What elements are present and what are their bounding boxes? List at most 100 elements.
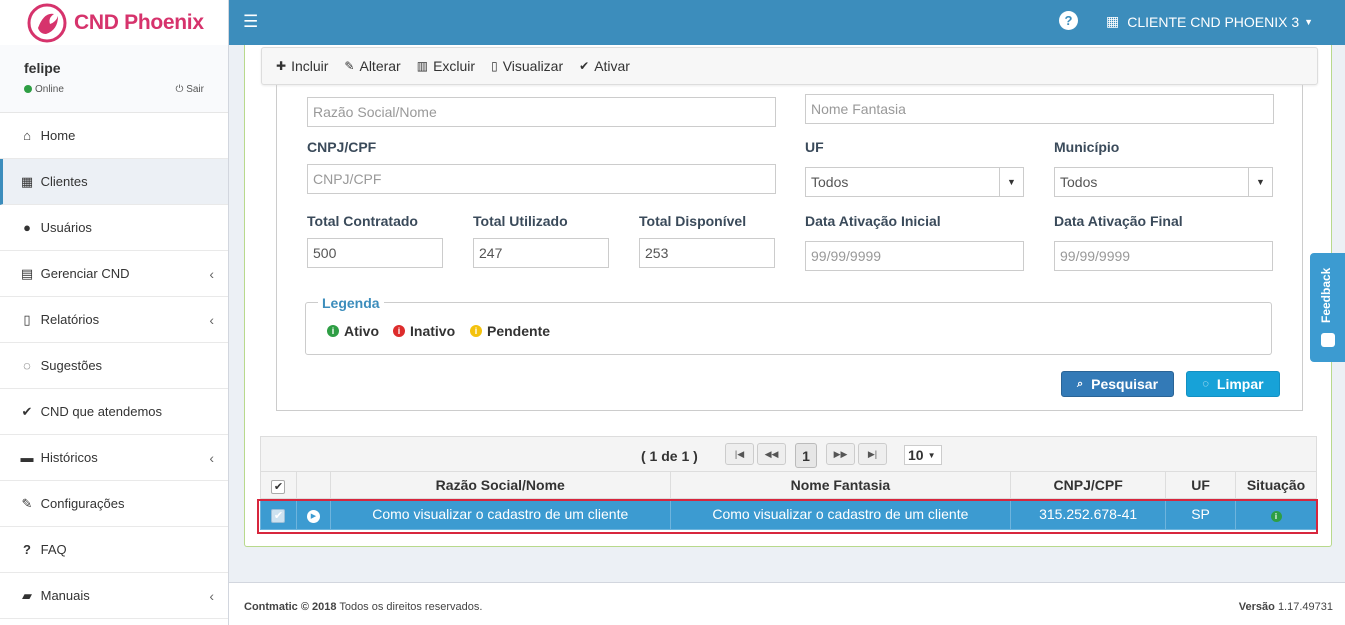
- eraser-icon: ◌: [1202, 378, 1209, 390]
- user-name: felipe: [24, 60, 61, 76]
- sidebar-item-faq[interactable]: ? FAQ: [0, 527, 228, 573]
- sidebar-item-sugestoes[interactable]: ◌ Sugestões: [0, 343, 228, 389]
- footer-copyright: Contmatic © 2018 Todos os direitos reser…: [244, 601, 483, 613]
- select-all-checkbox[interactable]: ✔: [260, 471, 297, 499]
- user-status: Online: [24, 84, 64, 95]
- razao-social-input[interactable]: Razão Social/Nome: [307, 97, 776, 127]
- sidebar-item-gerenciar-cnd[interactable]: ▤ Gerenciar CND ‹: [0, 251, 228, 297]
- data-inicial-input[interactable]: 99/99/9999: [805, 241, 1024, 271]
- total-disponivel-input[interactable]: 253: [639, 238, 775, 268]
- total-utilizado-label: Total Utilizado: [473, 213, 568, 229]
- trash-icon: ▥: [416, 59, 429, 73]
- wrench-icon: ✎: [21, 495, 33, 511]
- sidebar-item-historicos[interactable]: ▬ Históricos ‹: [0, 435, 228, 481]
- data-inicial-label: Data Ativação Inicial: [805, 213, 941, 229]
- logout-link[interactable]: ⏻ Sair: [176, 84, 205, 95]
- grid-pager: ( 1 de 1 ) |◀ ◀◀ 1 ▶▶ ▶| 10 ▼: [260, 436, 1317, 472]
- col-cnpj[interactable]: CNPJ/CPF: [1010, 471, 1167, 499]
- sidebar: CND Phoenix felipe Online ⏻ Sair ⌂ Home …: [0, 0, 229, 625]
- caret-down-icon: ▼: [999, 168, 1023, 196]
- cell-nome-fantasia: Como visualizar o cadastro de um cliente: [669, 498, 1012, 530]
- feedback-tab[interactable]: Feedback: [1310, 253, 1345, 362]
- col-situacao[interactable]: Situação: [1235, 471, 1317, 499]
- plus-icon: ✚: [276, 59, 287, 73]
- incluir-button[interactable]: ✚ Incluir: [276, 58, 328, 74]
- municipio-label: Município: [1054, 139, 1120, 155]
- total-utilizado-input[interactable]: 247: [473, 238, 609, 268]
- sidebar-item-clientes[interactable]: ▦ Clientes: [0, 159, 228, 205]
- limpar-button[interactable]: ◌ Limpar: [1186, 371, 1280, 397]
- pencil-icon: ✎: [344, 59, 355, 73]
- expand-header: [295, 471, 331, 499]
- clients-table: ✔ Razão Social/Nome Nome Fantasia CNPJ/C…: [260, 471, 1317, 530]
- app-name: CND Phoenix: [74, 10, 204, 34]
- nome-fantasia-input[interactable]: Nome Fantasia: [805, 94, 1274, 124]
- page-size-select[interactable]: 10 ▼: [904, 445, 942, 465]
- uf-label: UF: [805, 139, 824, 155]
- table-row[interactable]: ✔ ▶ Como visualizar o cadastro de um cli…: [260, 498, 1317, 530]
- check-icon: ✔: [21, 403, 33, 419]
- col-uf[interactable]: UF: [1165, 471, 1236, 499]
- pesquisar-button[interactable]: ⌕ Pesquisar: [1061, 371, 1174, 397]
- caret-down-icon: ▼: [1248, 168, 1272, 196]
- row-expand[interactable]: ▶: [295, 498, 331, 530]
- sidebar-item-home[interactable]: ⌂ Home: [0, 113, 228, 159]
- chevron-left-icon: ‹: [209, 587, 214, 604]
- data-final-input[interactable]: 99/99/9999: [1054, 241, 1273, 271]
- menu-toggle-icon[interactable]: ☰: [243, 12, 258, 32]
- ativar-button[interactable]: ✔ Ativar: [579, 58, 630, 74]
- municipio-select[interactable]: Todos ▼: [1054, 167, 1273, 197]
- page-number-button[interactable]: 1: [795, 443, 817, 468]
- action-toolbar: ✚ Incluir ✎ Alterar ▥ Excluir ▯ Visualizar ✔…: [261, 47, 1318, 85]
- total-disponivel-label: Total Disponível: [639, 213, 747, 229]
- calendar-icon: ▤: [20, 265, 34, 281]
- uf-select[interactable]: Todos ▼: [805, 167, 1024, 197]
- caret-down-icon: ▼: [1304, 16, 1314, 27]
- info-green-icon: i: [327, 325, 339, 337]
- user-icon: ●: [23, 220, 31, 235]
- footer-version: Versão 1.17.49731: [1238, 601, 1333, 613]
- question-icon: ?: [23, 542, 31, 557]
- book-icon: ▰: [22, 587, 32, 603]
- total-contratado-input[interactable]: 500: [307, 238, 443, 268]
- feedback-face-icon: [1321, 333, 1335, 347]
- cnpj-label: CNPJ/CPF: [307, 139, 377, 155]
- user-panel: felipe Online ⏻ Sair: [0, 45, 228, 113]
- play-circle-icon: ▶: [306, 509, 320, 523]
- client-selector[interactable]: ▦ CLIENTE CND PHOENIX 3 ▼: [1106, 13, 1313, 30]
- col-razao-social[interactable]: Razão Social/Nome: [329, 471, 671, 499]
- sidebar-item-relatorios[interactable]: ▯ Relatórios ‹: [0, 297, 228, 343]
- chevron-left-icon: ‹: [209, 311, 214, 328]
- row-checkbox[interactable]: ✔: [260, 498, 297, 530]
- next-page-button[interactable]: ▶▶: [826, 443, 855, 465]
- last-page-button[interactable]: ▶|: [858, 443, 887, 465]
- phoenix-logo-icon: [27, 3, 67, 42]
- archive-icon: ▬: [20, 450, 34, 465]
- help-icon[interactable]: ?: [1059, 11, 1078, 30]
- sidebar-item-cnd-que-atendemos[interactable]: ✔ CND que atendemos: [0, 389, 228, 435]
- logo[interactable]: CND Phoenix: [0, 0, 228, 45]
- sidebar-item-manuais[interactable]: ▰ Manuais ‹: [0, 573, 228, 619]
- comments-icon: ◌: [23, 358, 31, 373]
- sidebar-menu: ⌂ Home ▦ Clientes ● Usuários ▤ Gerenciar…: [0, 113, 228, 619]
- col-nome-fantasia[interactable]: Nome Fantasia: [669, 471, 1012, 499]
- data-final-label: Data Ativação Final: [1054, 213, 1183, 229]
- checkbox-icon: ✔: [271, 508, 286, 523]
- legend-inativo: i Inativo: [393, 323, 455, 339]
- document-icon: ▯: [491, 59, 498, 73]
- alterar-button[interactable]: ✎ Alterar: [344, 58, 400, 74]
- info-yellow-icon: i: [470, 325, 482, 337]
- chevron-left-icon: ‹: [209, 449, 214, 466]
- cell-situacao: i: [1235, 498, 1317, 530]
- excluir-button[interactable]: ▥ Excluir: [417, 58, 475, 74]
- sidebar-item-configuracoes[interactable]: ✎ Configurações: [0, 481, 228, 527]
- prev-page-button[interactable]: ◀◀: [757, 443, 786, 465]
- sidebar-item-usuarios[interactable]: ● Usuários: [0, 205, 228, 251]
- legend-title: Legenda: [318, 295, 384, 311]
- visualizar-button[interactable]: ▯ Visualizar: [491, 58, 563, 74]
- building-icon: ▦: [1106, 13, 1120, 29]
- footer: Contmatic © 2018 Todos os direitos reser…: [229, 582, 1345, 625]
- first-page-button[interactable]: |◀: [725, 443, 754, 465]
- cnpj-input[interactable]: CNPJ/CPF: [307, 164, 776, 194]
- legend-box: Legenda i Ativo i Inativo i Pendente: [305, 295, 1272, 355]
